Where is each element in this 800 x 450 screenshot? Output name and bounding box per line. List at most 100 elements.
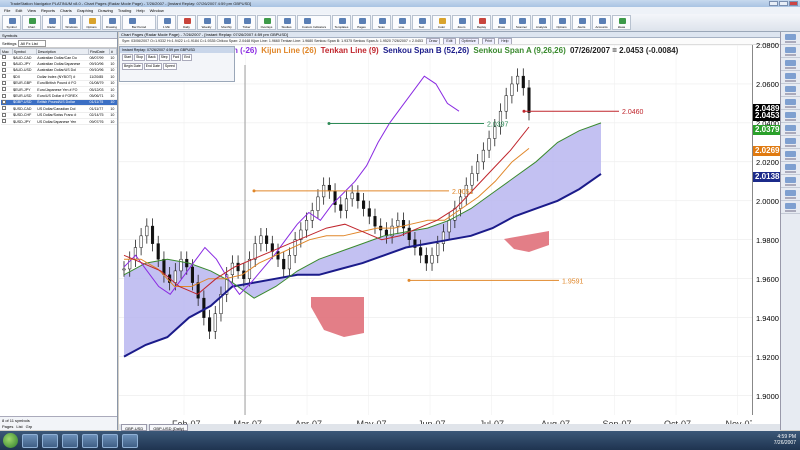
menu-graphing[interactable]: Graphing (77, 7, 93, 14)
replay-fwd-button[interactable]: Fwd (170, 54, 182, 61)
sidebar-tool-orders-icon[interactable] (781, 71, 800, 84)
checkbox-icon[interactable] (1, 67, 6, 72)
replay-speed[interactable]: Speed (162, 63, 177, 70)
menu-trading[interactable]: Trading (118, 7, 131, 14)
toolbar-button-daily[interactable]: Daily (177, 15, 196, 30)
sidebar-tool-scans-icon[interactable] (781, 110, 800, 123)
checkbox-icon[interactable] (1, 99, 6, 104)
info-button-help[interactable]: Help (498, 38, 512, 44)
sidebar-tool-help-icon[interactable] (781, 201, 800, 214)
checkbox-icon[interactable] (1, 55, 6, 60)
start-button[interactable] (3, 433, 18, 448)
sidebar-tool-market-icon[interactable] (781, 32, 800, 45)
toolbar-button-1min[interactable]: 1 Min (157, 15, 176, 30)
chart-tab-gbpusd[interactable]: GBP-USD (121, 424, 148, 431)
checkbox-icon[interactable] (1, 93, 6, 98)
replay-stop-button[interactable]: Stop (134, 54, 146, 61)
taskbar-folder-icon[interactable] (122, 433, 138, 448)
toolbar-button-custom-indicators[interactable]: Custom Indicators (297, 15, 331, 30)
checkbox-icon[interactable] (1, 74, 6, 79)
toolbar-button-accounts[interactable]: Accounts (592, 15, 611, 30)
toolbar-button-windows[interactable]: Windows (62, 15, 81, 30)
minimize-button[interactable] (769, 1, 778, 6)
toolbar-button-radar[interactable]: Radar (42, 15, 61, 30)
taskbar-tradestation-icon[interactable] (102, 433, 118, 448)
toolbar-button-templates[interactable]: Templates (332, 15, 351, 30)
price-chart[interactable]: Feb-07Mar-07Apr-07May-07Jun-07Jul-07Aug-… (119, 45, 752, 430)
footer-tab-list[interactable]: List (16, 424, 22, 429)
toolbar-button-ideas[interactable]: Ideas (612, 15, 631, 30)
checkbox-icon[interactable] (1, 61, 6, 66)
annotation-line-kijun-label: 2.0051 (452, 189, 474, 196)
toolbar-button-text[interactable]: Text (412, 15, 431, 30)
sidebar-tool-ideas-icon[interactable] (781, 175, 800, 188)
sidebar-tool-charts-icon[interactable] (781, 136, 800, 149)
toolbar-button-monthly[interactable]: Monthly (217, 15, 236, 30)
menu-edit[interactable]: Edit (15, 7, 22, 14)
cloud-bearish-twist (311, 297, 364, 337)
settings-select[interactable]: All Fx List (18, 40, 47, 47)
info-button-edit[interactable]: Edit (443, 38, 456, 44)
footer-tab-grp[interactable]: Grp (26, 424, 33, 429)
close-button[interactable] (789, 1, 798, 6)
chart-tab-gbpusd-daily[interactable]: GBP-USD (Daily) (149, 424, 189, 431)
footer-tab-pages[interactable]: Pages (2, 424, 13, 429)
menu-help[interactable]: Help (136, 7, 144, 14)
toolbar-button-line[interactable]: Line (392, 15, 411, 30)
sidebar-tool-alerts-icon[interactable] (781, 97, 800, 110)
toolbar-button-overlays[interactable]: Overlays (257, 15, 276, 30)
checkbox-icon[interactable] (1, 119, 6, 124)
candle-body (259, 235, 263, 244)
menu-file[interactable]: File (4, 7, 10, 14)
sidebar-tool-news-icon[interactable] (781, 45, 800, 58)
checkbox-icon[interactable] (1, 80, 6, 85)
toolbar-button-options-2[interactable]: Options (552, 15, 571, 30)
toolbar-button-symbol[interactable]: Symbol (2, 15, 21, 30)
checkbox-icon[interactable] (1, 87, 6, 92)
toolbar-button-pages[interactable]: Pages (352, 15, 371, 30)
replay-step-button[interactable]: Step (158, 54, 170, 61)
table-row[interactable]: $USD-JPY US Dollar/Japanese Yen 09/07/76 10 (0, 118, 117, 126)
toolbar-button-studies[interactable]: Studies (277, 15, 296, 30)
toolbar-button-options[interactable]: Options (82, 15, 101, 30)
menu-drawing[interactable]: Drawing (98, 7, 113, 14)
toolbar-button-bar-period[interactable]: Bar Period (122, 15, 156, 30)
sidebar-tool-account-icon[interactable] (781, 84, 800, 97)
sidebar-tool-replay-icon[interactable] (781, 162, 800, 175)
taskbar-browser-icon[interactable] (42, 433, 58, 448)
replay-begin-date[interactable]: Begin Date (122, 63, 143, 70)
toolbar-button-color[interactable]: Color (432, 15, 451, 30)
sidebar-tool-pages-icon[interactable] (781, 149, 800, 162)
toolbar-button-drawing[interactable]: Drawing (102, 15, 121, 30)
toolbar-button-replay[interactable]: Replay (472, 15, 491, 30)
checkbox-icon[interactable] (1, 106, 6, 111)
sidebar-tool-tools-icon[interactable] (781, 188, 800, 201)
toolbar-button-scan[interactable]: Scan (372, 15, 391, 30)
info-button-print[interactable]: Print (481, 38, 496, 44)
toolbar-button-chart[interactable]: Chart (22, 15, 41, 30)
toolbar-button-ticker[interactable]: Ticker (237, 15, 256, 30)
taskbar-explorer-icon[interactable] (22, 433, 38, 448)
maximize-button[interactable] (779, 1, 788, 6)
menu-view[interactable]: View (27, 7, 36, 14)
toolbar-button-analysis[interactable]: Analysis (532, 15, 551, 30)
toolbar-button-alerts[interactable]: Alerts (572, 15, 591, 30)
replay-end-button[interactable]: End (182, 54, 193, 61)
info-button-draw[interactable]: Draw (425, 38, 441, 44)
replay-start-button[interactable]: Start (122, 54, 134, 61)
toolbar-button-scanner[interactable]: Scanner (512, 15, 531, 30)
menu-window[interactable]: Window (150, 7, 164, 14)
toolbar-button-draw[interactable]: Draw (492, 15, 511, 30)
toolbar-button-zoom[interactable]: Zoom (452, 15, 471, 30)
toolbar-button-weekly[interactable]: Weekly (197, 15, 216, 30)
replay-back-button[interactable]: Back (146, 54, 158, 61)
checkbox-icon[interactable] (1, 112, 6, 117)
sidebar-tool-quotes-icon[interactable] (781, 58, 800, 71)
taskbar-app-icon[interactable] (82, 433, 98, 448)
taskbar-media-icon[interactable] (62, 433, 78, 448)
info-button-optimize[interactable]: Optimize (458, 38, 479, 44)
replay-end-date[interactable]: End Date (143, 63, 162, 70)
sidebar-tool-studies-icon[interactable] (781, 123, 800, 136)
menu-reports[interactable]: Reports (41, 7, 55, 14)
menu-charts[interactable]: Charts (60, 7, 72, 14)
